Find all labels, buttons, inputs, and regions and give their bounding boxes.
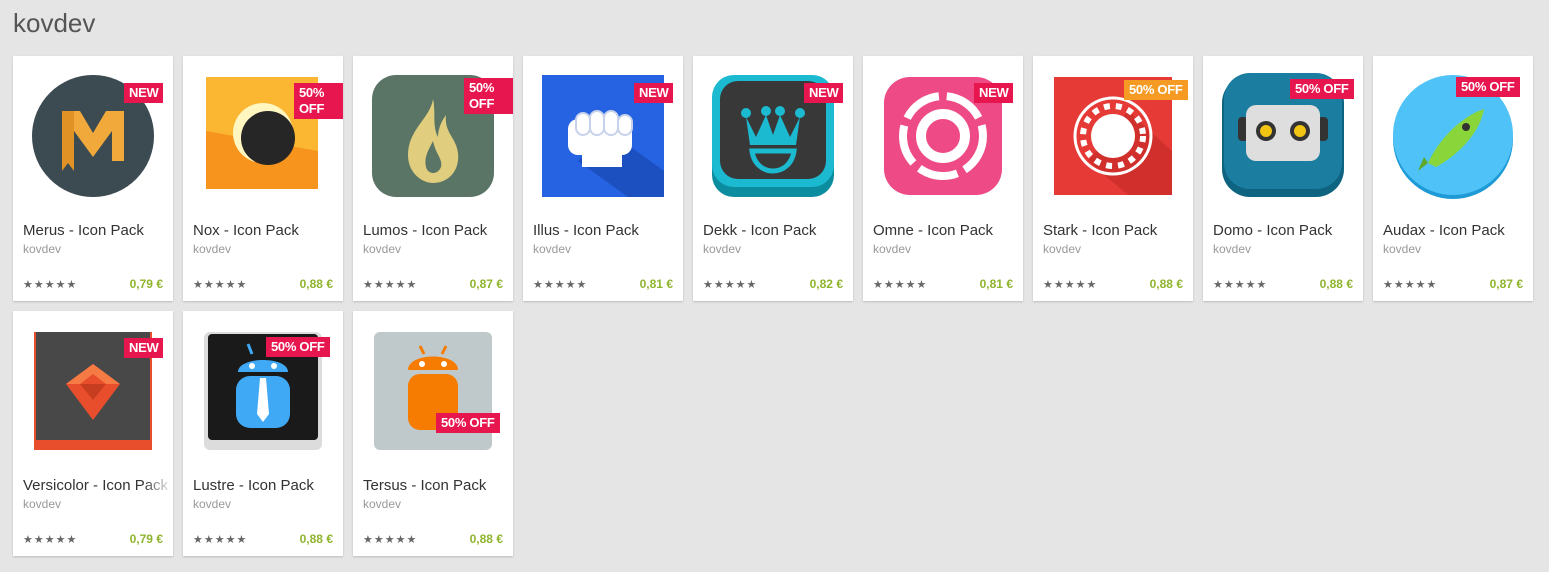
star-rating: ★★★★★ xyxy=(1213,279,1268,291)
omne-icon: NEW xyxy=(863,56,1023,211)
stark-icon: 50% OFF xyxy=(1033,56,1193,211)
sale-badge: 50% OFF xyxy=(436,413,500,433)
developer-link[interactable]: kovdev xyxy=(1043,242,1081,256)
sale-badge: 50% OFF xyxy=(294,83,343,119)
developer-link[interactable]: kovdev xyxy=(1383,242,1421,256)
versicolor-icon: NEW xyxy=(13,311,173,466)
star-rating: ★★★★★ xyxy=(363,534,418,546)
new-badge: NEW xyxy=(634,83,674,103)
new-badge: NEW xyxy=(974,83,1014,103)
price-button[interactable]: 0,88 € xyxy=(1320,277,1353,291)
developer-link[interactable]: kovdev xyxy=(193,242,231,256)
price-button[interactable]: 0,88 € xyxy=(1150,277,1183,291)
price-button[interactable]: 0,87 € xyxy=(470,277,503,291)
domo-icon: 50% OFF xyxy=(1203,56,1363,211)
sale-badge: 50% OFF xyxy=(464,78,513,114)
app-grid: NEW Merus - Icon Pack kovdev ★★★★★ 0,79 … xyxy=(13,56,1533,556)
app-card-audax[interactable]: 50% OFF Audax - Icon Pack kovdev ★★★★★ 0… xyxy=(1373,56,1533,301)
app-card-stark[interactable]: 50% OFF Stark - Icon Pack kovdev ★★★★★ 0… xyxy=(1033,56,1193,301)
developer-link[interactable]: kovdev xyxy=(873,242,911,256)
audax-icon: 50% OFF xyxy=(1373,56,1533,211)
new-badge: NEW xyxy=(804,83,844,103)
price-button[interactable]: 0,79 € xyxy=(130,532,163,546)
developer-link[interactable]: kovdev xyxy=(1213,242,1251,256)
app-card-dekk[interactable]: NEW Dekk - Icon Pack kovdev ★★★★★ 0,82 € xyxy=(693,56,853,301)
app-card-versicolor[interactable]: NEW Versicolor - Icon Pack kovdev ★★★★★ … xyxy=(13,311,173,556)
sale-badge: 50% OFF xyxy=(1456,77,1520,97)
developer-link[interactable]: kovdev xyxy=(533,242,571,256)
star-rating: ★★★★★ xyxy=(193,279,248,291)
star-rating: ★★★★★ xyxy=(193,534,248,546)
app-card-lustre[interactable]: 50% OFF Lustre - Icon Pack kovdev ★★★★★ … xyxy=(183,311,343,556)
app-card-tersus[interactable]: 50% OFF Tersus - Icon Pack kovdev ★★★★★ … xyxy=(353,311,513,556)
dekk-icon: NEW xyxy=(693,56,853,211)
price-button[interactable]: 0,88 € xyxy=(300,532,333,546)
lustre-icon: 50% OFF xyxy=(183,311,343,466)
app-card-merus[interactable]: NEW Merus - Icon Pack kovdev ★★★★★ 0,79 … xyxy=(13,56,173,301)
app-card-omne[interactable]: NEW Omne - Icon Pack kovdev ★★★★★ 0,81 € xyxy=(863,56,1023,301)
price-button[interactable]: 0,88 € xyxy=(300,277,333,291)
developer-link[interactable]: kovdev xyxy=(703,242,741,256)
price-button[interactable]: 0,79 € xyxy=(130,277,163,291)
star-rating: ★★★★★ xyxy=(363,279,418,291)
star-rating: ★★★★★ xyxy=(1383,279,1438,291)
star-rating: ★★★★★ xyxy=(703,279,758,291)
merus-icon: NEW xyxy=(13,56,173,211)
app-card-illus[interactable]: NEW Illus - Icon Pack kovdev ★★★★★ 0,81 … xyxy=(523,56,683,301)
illus-icon: NEW xyxy=(523,56,683,211)
app-card-nox[interactable]: 50% OFF Nox - Icon Pack kovdev ★★★★★ 0,8… xyxy=(183,56,343,301)
lumos-icon: 50% OFF xyxy=(353,56,513,211)
developer-link[interactable]: kovdev xyxy=(23,497,61,511)
developer-link[interactable]: kovdev xyxy=(363,497,401,511)
star-rating: ★★★★★ xyxy=(533,279,588,291)
sale-badge: 50% OFF xyxy=(1124,80,1188,100)
price-button[interactable]: 0,82 € xyxy=(810,277,843,291)
new-badge: NEW xyxy=(124,338,164,358)
developer-title: kovdev xyxy=(13,8,96,38)
tersus-icon: 50% OFF xyxy=(353,311,513,466)
app-card-lumos[interactable]: 50% OFF Lumos - Icon Pack kovdev ★★★★★ 0… xyxy=(353,56,513,301)
developer-link[interactable]: kovdev xyxy=(363,242,401,256)
new-badge: NEW xyxy=(124,83,164,103)
developer-link[interactable]: kovdev xyxy=(23,242,61,256)
price-button[interactable]: 0,88 € xyxy=(470,532,503,546)
star-rating: ★★★★★ xyxy=(23,279,78,291)
sale-badge: 50% OFF xyxy=(1290,79,1354,99)
star-rating: ★★★★★ xyxy=(873,279,928,291)
price-button[interactable]: 0,81 € xyxy=(640,277,673,291)
developer-link[interactable]: kovdev xyxy=(193,497,231,511)
star-rating: ★★★★★ xyxy=(23,534,78,546)
star-rating: ★★★★★ xyxy=(1043,279,1098,291)
nox-icon: 50% OFF xyxy=(183,56,343,211)
sale-badge: 50% OFF xyxy=(266,337,330,357)
price-button[interactable]: 0,87 € xyxy=(1490,277,1523,291)
price-button[interactable]: 0,81 € xyxy=(980,277,1013,291)
app-card-domo[interactable]: 50% OFF Domo - Icon Pack kovdev ★★★★★ 0,… xyxy=(1203,56,1363,301)
